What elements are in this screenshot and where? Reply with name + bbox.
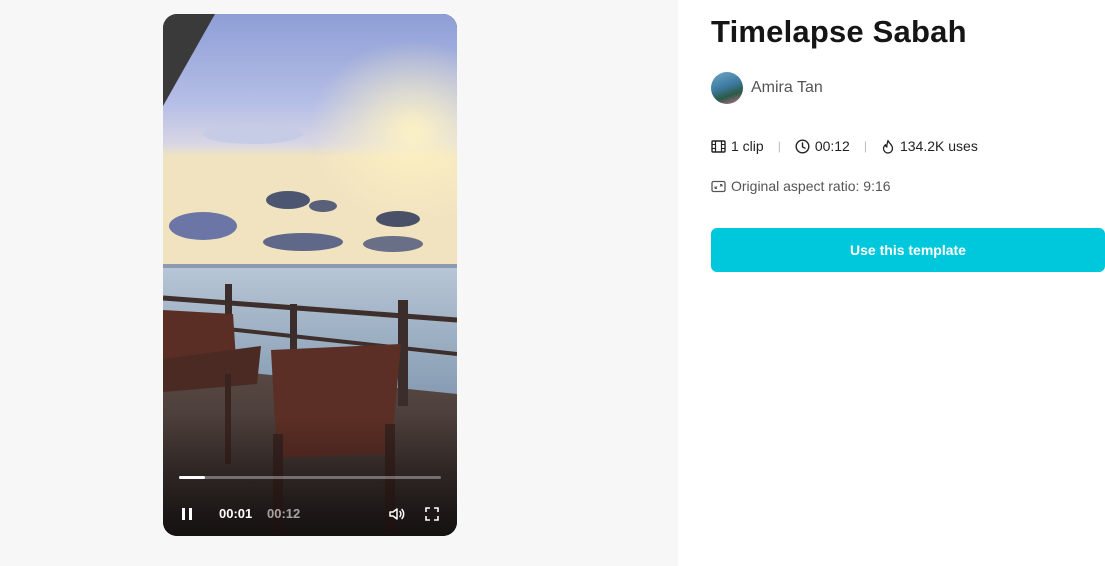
duration: 00:12 — [795, 138, 850, 154]
divider: | — [863, 139, 867, 153]
volume-icon — [389, 508, 405, 520]
video-player[interactable]: 00:01 00:12 — [163, 14, 457, 536]
flame-icon — [882, 139, 894, 154]
aspect-ratio-icon — [711, 180, 726, 192]
author[interactable]: Amira Tan — [711, 72, 823, 104]
usage-label: 134.2K uses — [899, 138, 978, 154]
author-name[interactable]: Amira Tan — [751, 79, 823, 97]
usage-count: 134.2K uses — [881, 138, 978, 154]
player-controls: 00:01 00:12 — [163, 502, 457, 526]
aspect-ratio: Original aspect ratio: 9:16 — [711, 176, 891, 196]
divider: | — [777, 139, 781, 153]
pause-icon — [182, 508, 192, 520]
total-time: 00:12 — [267, 506, 301, 521]
aspect-ratio-label: Original aspect ratio: 9:16 — [731, 178, 891, 194]
pause-button[interactable] — [175, 502, 199, 526]
page-title: Timelapse Sabah — [711, 14, 967, 49]
clip-count-label: 1 clip — [731, 138, 764, 154]
volume-button[interactable] — [385, 502, 409, 526]
clip-count: 1 clip — [711, 138, 764, 154]
clock-icon — [795, 138, 810, 154]
duration-label: 00:12 — [814, 138, 850, 154]
progress-fill — [179, 476, 206, 479]
template-meta: 1 clip | 00:12 | 134.2K uses — [711, 136, 978, 156]
current-time: 00:01 — [219, 506, 253, 521]
use-template-button[interactable]: Use this template — [711, 228, 1105, 272]
fullscreen-button[interactable] — [420, 502, 444, 526]
film-icon — [711, 139, 726, 153]
preview-pane: 00:01 00:12 — [0, 0, 678, 566]
avatar[interactable] — [711, 72, 743, 104]
progress-bar[interactable] — [179, 476, 441, 479]
fullscreen-icon — [425, 507, 439, 521]
